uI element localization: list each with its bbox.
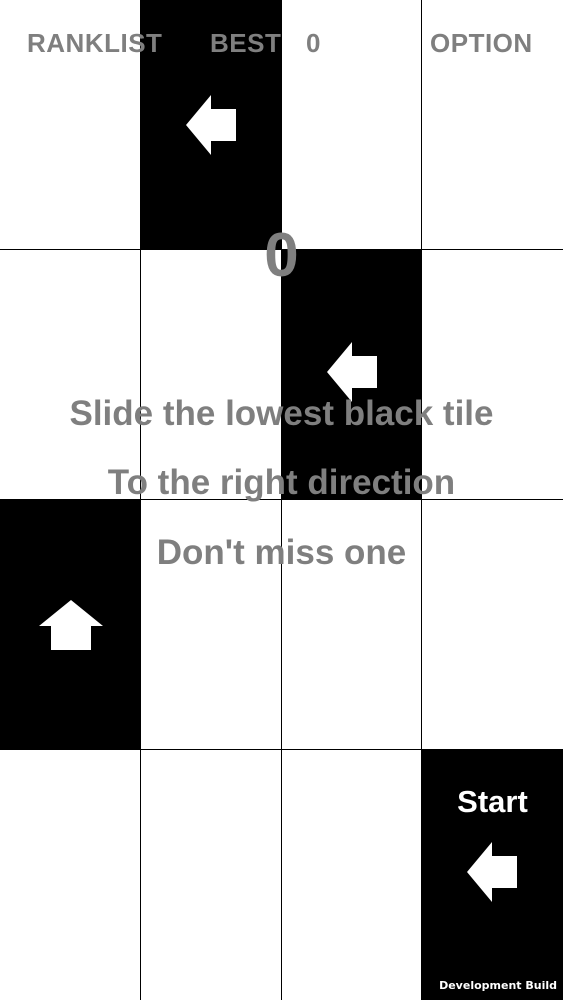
development-build-label: Development Build (439, 979, 557, 992)
best-label: BEST (210, 28, 282, 58)
arrow-left-icon (467, 842, 517, 902)
start-button[interactable]: Start (422, 784, 563, 820)
instruction-line: Don't miss one (156, 533, 407, 572)
tile-white[interactable] (0, 750, 141, 1000)
arrow-left-icon (327, 342, 377, 402)
tile-white[interactable] (282, 750, 422, 1000)
grid-line (0, 749, 563, 750)
ranklist-button[interactable]: RANKLIST (27, 28, 162, 59)
option-button[interactable]: OPTION (430, 28, 533, 59)
tile-white[interactable] (282, 0, 422, 250)
tile-white[interactable] (141, 750, 282, 1000)
score-display: 0 (264, 221, 299, 290)
instruction-line: Slide the lowest black tile (69, 394, 494, 433)
arrow-left-icon (186, 95, 236, 155)
instruction-line: To the right direction (107, 463, 456, 502)
arrow-up-icon (39, 600, 103, 650)
best-value: 0 (306, 28, 321, 58)
